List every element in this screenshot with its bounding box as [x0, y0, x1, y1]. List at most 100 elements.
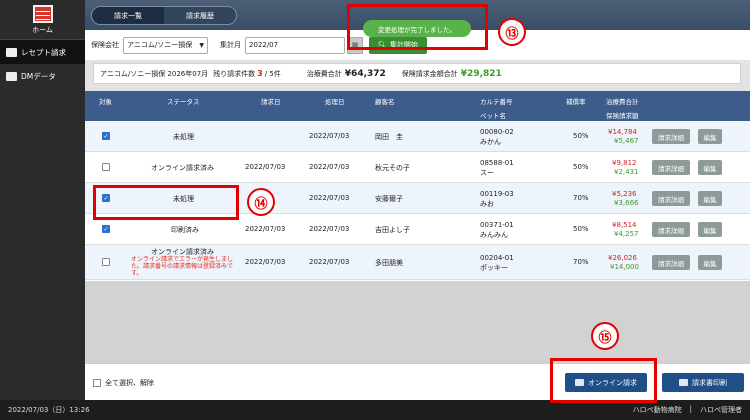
row-processed-date: 2022/07/03 [309, 194, 350, 202]
status-user: ハロペ管理者 [700, 406, 742, 414]
total-value: ¥64,372 [344, 68, 386, 79]
print-claim-label: 請求書印刷 [692, 378, 727, 387]
annotation-number-14: ⑭ [247, 188, 275, 216]
tab-group: 請求一覧 請求履歴 [91, 6, 237, 25]
row-chart-no: 00119-03 [480, 190, 514, 198]
row-chart-no: 08588-01 [480, 159, 514, 167]
row-claim-date: 2022/07/03 [245, 258, 286, 266]
remaining-total: / 5件 [264, 69, 281, 78]
edit-button[interactable]: 編集 [698, 129, 722, 144]
row-pet: みお [480, 200, 494, 208]
col-pet: ペット名 [480, 112, 506, 120]
row-checkbox[interactable] [102, 163, 110, 171]
document-icon [6, 47, 17, 57]
row-checkbox[interactable]: ✓ [102, 132, 110, 140]
tab-claim-history[interactable]: 請求履歴 [164, 7, 236, 24]
claim-label: 保険請求金額合計 [401, 69, 458, 78]
edit-button[interactable]: 編集 [698, 255, 722, 270]
annotation-box-14 [93, 185, 239, 220]
row-processed-date: 2022/07/03 [309, 225, 350, 233]
col-claim: 保険請求額 [606, 112, 639, 120]
row-claim: ¥4,257 [614, 230, 639, 238]
remaining-count: 3 [257, 69, 263, 78]
annotation-number-15: ⑮ [591, 322, 619, 350]
row-pet: スー [480, 169, 494, 177]
claim-detail-button[interactable]: 請求詳細 [652, 191, 690, 206]
empty-area [85, 281, 750, 363]
row-status: 未処理 [173, 133, 194, 141]
edit-button[interactable]: 編集 [698, 160, 722, 175]
row-rate: 50% [573, 163, 589, 171]
edit-button[interactable]: 編集 [698, 222, 722, 237]
total-label: 治療費合計 [306, 69, 342, 78]
home-button[interactable]: ホーム [0, 0, 85, 40]
row-total: ¥9,812 [612, 159, 637, 167]
col-processed-date: 処理日 [325, 98, 345, 106]
row-processed-date: 2022/07/03 [309, 132, 350, 140]
table-row[interactable]: オンライン請求済み 2022/07/03 2022/07/03 秋元その子 08… [85, 152, 750, 183]
mail-icon [6, 71, 17, 81]
remaining-label: 残り請求件数 [213, 69, 256, 78]
row-client: 多田朋美 [375, 259, 403, 267]
row-claim: ¥14,000 [610, 263, 639, 271]
sidebar-item-label: DMデータ [21, 71, 56, 81]
col-rate: 補償率 [566, 98, 586, 106]
sidebar-item-receipt-claim[interactable]: レセプト請求 [0, 40, 85, 64]
insurer-value: アニコム/ソニー損保 [127, 41, 193, 49]
chevron-down-icon: ▼ [199, 41, 204, 49]
annotation-number-13: ⑬ [498, 18, 526, 46]
row-chart-no: 00204-01 [480, 254, 514, 262]
row-client: 岡田 圭 [375, 133, 403, 141]
row-total: ¥26,026 [608, 254, 637, 262]
row-processed-date: 2022/07/03 [309, 258, 350, 266]
insurer-label: 保険会社 [91, 41, 119, 49]
month-input[interactable]: 2022/07 [245, 36, 345, 54]
row-pet: みかん [480, 138, 501, 146]
home-label: ホーム [32, 25, 53, 34]
row-status: 印刷済み [171, 226, 199, 234]
col-status: ステータス [167, 98, 200, 106]
row-checkbox[interactable]: ✓ [102, 225, 110, 233]
col-claim-date: 請求日 [261, 98, 281, 106]
claim-detail-button[interactable]: 請求詳細 [652, 222, 690, 237]
row-client: 安藤爾子 [375, 195, 403, 203]
status-divider: | [689, 405, 692, 413]
row-error-message: オンライン請求でエラーが発生しました。請求番号の請求情報は登録済みです。 [131, 256, 234, 277]
col-client: 顧客名 [375, 98, 395, 106]
col-target: 対象 [99, 98, 112, 106]
insurer-select[interactable]: アニコム/ソニー損保 ▼ [123, 36, 208, 54]
month-label: 集計月 [220, 41, 241, 49]
row-checkbox[interactable] [102, 258, 110, 266]
select-all-label: 全て選択、解除 [105, 379, 154, 387]
claim-value: ¥29,821 [460, 68, 502, 79]
sidebar-item-dm-data[interactable]: DMデータ [0, 64, 85, 88]
row-client: 秋元その子 [375, 164, 410, 172]
month-value: 2022/07 [249, 41, 279, 49]
print-claim-button[interactable]: 請求書印刷 [662, 373, 744, 392]
claim-detail-button[interactable]: 請求詳細 [652, 255, 690, 270]
row-processed-date: 2022/07/03 [309, 163, 350, 171]
table-row[interactable]: ✓ 未処理 2022/07/03 岡田 圭 00080-02 みかん 50% ¥… [85, 121, 750, 152]
row-pet: ポッキー [480, 264, 508, 272]
status-bar: 2022/07/03（日）13:26 ハロペ動物病院 | ハロペ管理者 [0, 400, 750, 420]
claim-detail-button[interactable]: 請求詳細 [652, 160, 690, 175]
tab-claim-list[interactable]: 請求一覧 [92, 7, 164, 24]
summary-bar: アニコム/ソニー損保 2026年07月 残り請求件数 3 / 5件 治療費合計 … [93, 63, 741, 84]
row-total: ¥5,236 [612, 190, 637, 198]
table-header: 対象 ステータス 請求日 処理日 顧客名 カルテ番号 ペット名 補償率 治療費合… [85, 91, 750, 121]
row-pet: みんみん [480, 231, 508, 239]
summary-period: アニコム/ソニー損保 2026年07月 [100, 69, 209, 78]
status-datetime: 2022/07/03（日）13:26 [8, 406, 90, 414]
row-claim-date: 2022/07/03 [245, 163, 286, 171]
table-row[interactable]: オンライン請求済み オンライン請求でエラーが発生しました。請求番号の請求情報は登… [85, 245, 750, 280]
claim-detail-button[interactable]: 請求詳細 [652, 129, 690, 144]
select-all-toggle[interactable]: 全て選択、解除 [93, 378, 154, 388]
row-claim: ¥3,666 [614, 199, 639, 207]
row-total: ¥14,784 [608, 128, 637, 136]
sidebar-item-label: レセプト請求 [21, 47, 66, 57]
edit-button[interactable]: 編集 [698, 191, 722, 206]
select-all-checkbox[interactable] [93, 379, 101, 387]
home-icon [32, 4, 53, 23]
printer-icon [679, 379, 688, 386]
row-rate: 50% [573, 225, 589, 233]
